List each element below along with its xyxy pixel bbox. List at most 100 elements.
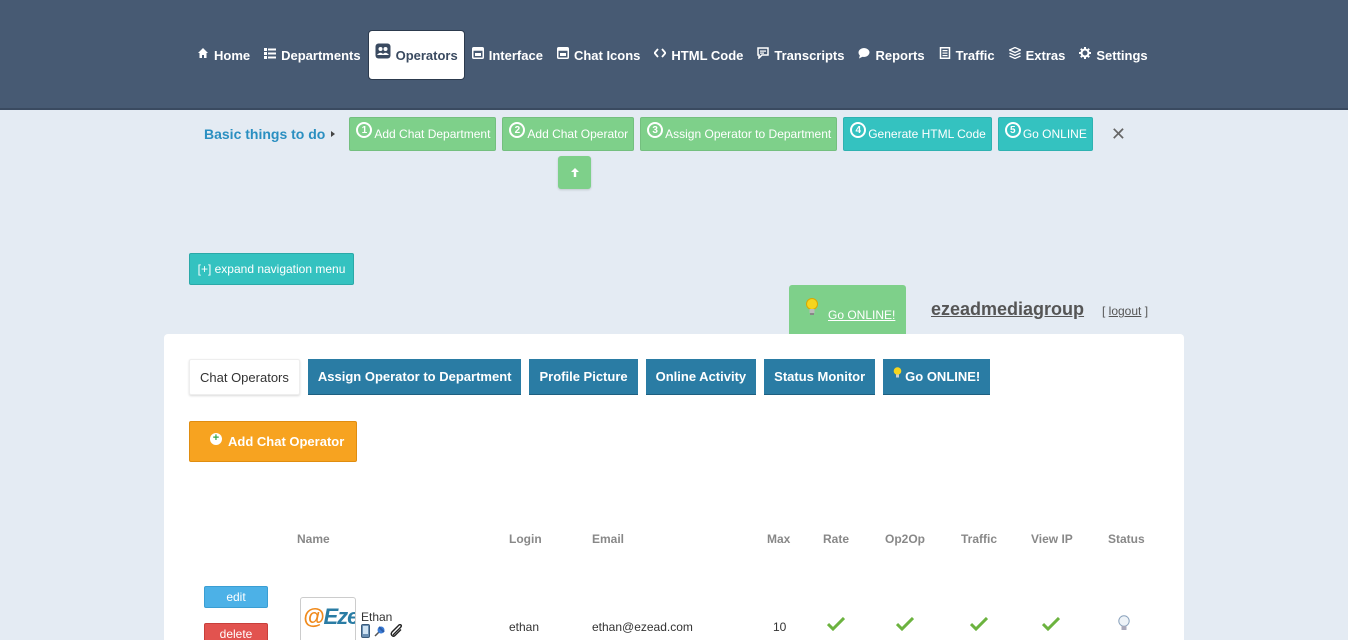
header-view-ip: View IP xyxy=(1031,532,1073,546)
tab-go-online[interactable]: Go ONLINE! xyxy=(883,359,991,395)
nav-extras[interactable]: Extras xyxy=(1002,30,1073,80)
add-chat-operator-label: Add Chat Operator xyxy=(228,434,345,449)
step-number: 1 xyxy=(356,122,373,138)
step-add-chat-department[interactable]: 1 Add Chat Department xyxy=(349,117,497,151)
header-op2op: Op2Op xyxy=(885,532,926,546)
tab-chat-operators[interactable]: Chat Operators xyxy=(189,359,300,395)
op2op-check-icon[interactable] xyxy=(895,616,915,634)
avatar-logo: @EzeAd xyxy=(303,604,355,630)
operator-login: ethan xyxy=(509,620,540,634)
list-icon xyxy=(264,47,277,59)
avatar[interactable]: @EzeAd xyxy=(300,597,356,640)
book-icon xyxy=(939,47,951,59)
speech-icon xyxy=(757,47,770,59)
main-panel: Chat Operators Assign Operator to Depart… xyxy=(164,334,1184,640)
status-offline-bulb-icon xyxy=(1117,615,1131,636)
operator-max: 10 xyxy=(773,620,787,634)
avatar-logo-text: EzeAd xyxy=(323,604,355,629)
nav-settings-label: Settings xyxy=(1096,47,1148,63)
window-icon xyxy=(471,47,484,59)
nav-home[interactable]: Home xyxy=(190,30,257,80)
step-assign-operator[interactable]: 3 Assign Operator to Department xyxy=(640,117,838,151)
header-login: Login xyxy=(509,532,542,546)
nav-transcripts[interactable]: Transcripts xyxy=(750,30,851,80)
mobile-icon xyxy=(361,624,370,640)
window-icon xyxy=(556,47,569,59)
top-nav-bar: Home Departments Operators Interface Cha… xyxy=(0,0,1348,110)
nav-traffic-label: Traffic xyxy=(955,47,995,63)
header-rate: Rate xyxy=(823,532,850,546)
pin-icon xyxy=(373,624,387,640)
step-label: Generate HTML Code xyxy=(868,127,986,141)
step-label: Add Chat Operator xyxy=(527,127,629,141)
step-number: 2 xyxy=(509,122,526,138)
basic-things-bar: Basic things to do 1 Add Chat Department… xyxy=(204,117,1126,151)
expand-navigation-button[interactable]: [+] expand navigation menu xyxy=(189,253,354,285)
tab-go-online-label: Go ONLINE! xyxy=(905,369,981,384)
nav-settings[interactable]: Settings xyxy=(1072,30,1154,80)
add-chat-operator-button[interactable]: + Add Chat Operator xyxy=(189,421,357,462)
operator-name: Ethan xyxy=(361,610,393,624)
nav-departments[interactable]: Departments xyxy=(257,30,367,80)
nav-departments-label: Departments xyxy=(281,47,361,63)
header-max: Max xyxy=(767,532,791,546)
step-label: Go ONLINE xyxy=(1022,127,1087,141)
go-online-button[interactable]: Go ONLINE! xyxy=(789,285,906,334)
nav-chat-icons[interactable]: Chat Icons xyxy=(550,30,647,80)
rate-check-icon[interactable] xyxy=(826,616,846,634)
nav-reports[interactable]: Reports xyxy=(851,30,931,80)
gear-icon xyxy=(1079,47,1092,59)
go-online-label: Go ONLINE! xyxy=(828,308,896,322)
edit-button[interactable]: edit xyxy=(204,586,268,608)
close-icon[interactable]: ✕ xyxy=(1111,125,1126,143)
caret-right-icon xyxy=(331,131,336,137)
step-generate-html-code[interactable]: 4 Generate HTML Code xyxy=(843,117,992,151)
operator-email: ethan@ezead.com xyxy=(592,620,693,634)
arrow-up-icon[interactable] xyxy=(558,156,591,189)
step-number: 3 xyxy=(647,122,664,138)
basic-things-label: Basic things to do xyxy=(204,126,326,142)
step-label: Add Chat Department xyxy=(374,127,491,141)
main-nav: Home Departments Operators Interface Cha… xyxy=(190,30,1155,80)
logout-bracket-open: [ xyxy=(1102,304,1109,318)
avatar-logo-circle-icon: @ xyxy=(303,604,324,629)
code-icon xyxy=(654,47,667,59)
nav-operators-label: Operators xyxy=(395,47,458,63)
nav-traffic[interactable]: Traffic xyxy=(932,30,1002,80)
nav-chat-icons-label: Chat Icons xyxy=(573,47,641,63)
header-name: Name xyxy=(297,532,330,546)
tab-status-monitor[interactable]: Status Monitor xyxy=(764,359,876,395)
home-icon xyxy=(197,47,209,59)
step-label: Assign Operator to Department xyxy=(665,127,832,141)
operator-tabs: Chat Operators Assign Operator to Depart… xyxy=(189,359,998,395)
step-number: 5 xyxy=(1004,122,1021,138)
nav-html-code-label: HTML Code xyxy=(671,47,744,63)
view-ip-check-icon[interactable] xyxy=(1041,616,1061,634)
users-icon xyxy=(375,43,391,59)
username-link[interactable]: ezeadmediagroup xyxy=(931,299,1084,320)
nav-html-code[interactable]: HTML Code xyxy=(647,30,750,80)
nav-interface[interactable]: Interface xyxy=(465,30,550,80)
nav-operators[interactable]: Operators xyxy=(367,30,465,80)
tab-assign-operator[interactable]: Assign Operator to Department xyxy=(307,359,522,395)
delete-button[interactable]: delete xyxy=(204,623,268,640)
header-status: Status xyxy=(1108,532,1145,546)
nav-interface-label: Interface xyxy=(488,47,543,63)
traffic-check-icon[interactable] xyxy=(969,616,989,634)
step-go-online[interactable]: 5 Go ONLINE xyxy=(997,117,1093,151)
operator-icons xyxy=(361,623,404,640)
nav-extras-label: Extras xyxy=(1025,47,1066,63)
nav-home-label: Home xyxy=(214,47,251,63)
tab-profile-picture[interactable]: Profile Picture xyxy=(529,359,638,395)
plus-circle-icon: + xyxy=(210,432,222,445)
logout-link[interactable]: logout xyxy=(1109,304,1142,318)
header-traffic: Traffic xyxy=(961,532,998,546)
step-number: 4 xyxy=(850,122,867,138)
nav-reports-label: Reports xyxy=(875,47,925,63)
logout-wrapper: [ logout ] xyxy=(1102,304,1148,318)
step-add-chat-operator[interactable]: 2 Add Chat Operator xyxy=(502,117,635,151)
lightbulb-icon xyxy=(805,298,819,319)
tab-online-activity[interactable]: Online Activity xyxy=(645,359,757,395)
layers-icon xyxy=(1008,47,1021,59)
nav-transcripts-label: Transcripts xyxy=(774,47,845,63)
